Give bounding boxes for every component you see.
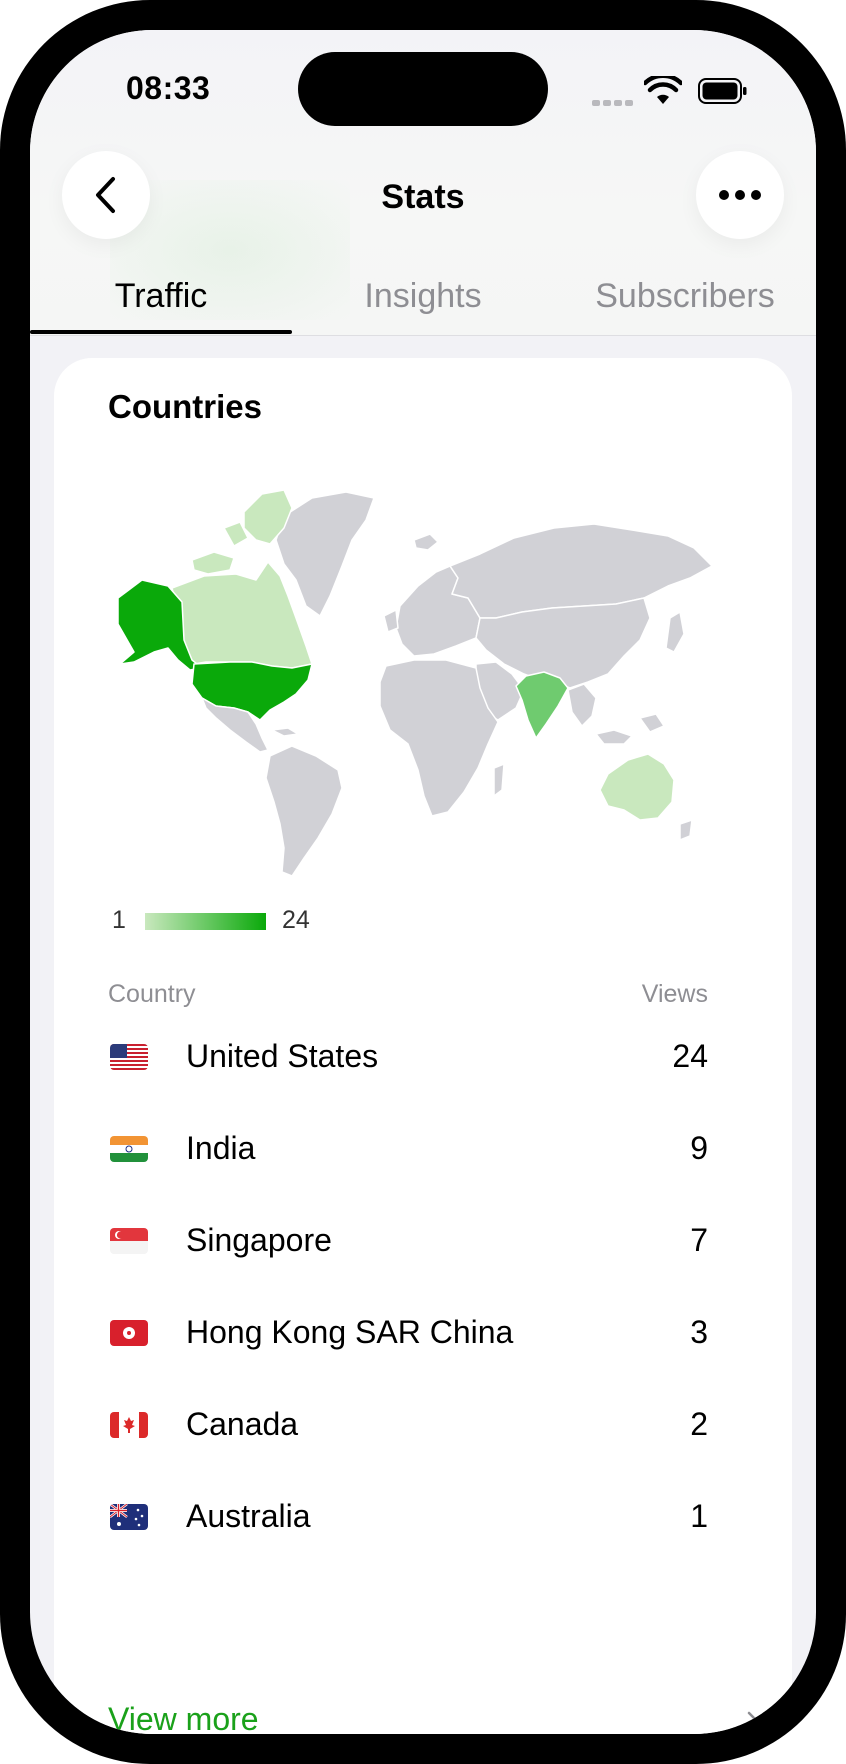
us-flag-icon — [110, 1044, 148, 1070]
wifi-icon — [644, 76, 682, 104]
country-name: United States — [186, 1038, 379, 1074]
country-row-hong-kong[interactable]: Hong Kong SAR China 3 — [108, 1290, 708, 1382]
country-row-australia[interactable]: Australia 1 — [108, 1474, 708, 1566]
battery-icon — [698, 78, 747, 104]
canada-flag-icon — [110, 1412, 148, 1438]
world-map — [117, 489, 713, 877]
country-views: 1 — [690, 1498, 708, 1534]
country-views: 7 — [690, 1222, 708, 1258]
ellipsis-icon — [719, 190, 761, 200]
country-views: 3 — [690, 1314, 708, 1350]
chevron-right-icon[interactable] — [746, 1710, 762, 1734]
tab-insights[interactable]: Insights — [292, 266, 554, 332]
column-country-label: Country — [108, 980, 196, 1008]
legend-gradient-bar — [145, 913, 266, 930]
status-time: 08:33 — [126, 70, 211, 106]
map-australia — [599, 753, 675, 821]
hong-kong-flag-icon — [110, 1320, 148, 1346]
list-header: Country Views — [108, 980, 708, 1010]
country-row-canada[interactable]: Canada 2 — [108, 1382, 708, 1474]
more-options-button[interactable] — [696, 151, 784, 239]
screen: 08:33 Stats Traffic Insights Subscribers… — [30, 30, 816, 1734]
tab-bar: Traffic Insights Subscribers — [30, 266, 816, 336]
map-canada — [171, 561, 313, 669]
country-name: Canada — [186, 1406, 299, 1442]
legend-max-value: 24 — [282, 906, 310, 934]
australia-flag-icon — [110, 1504, 148, 1530]
singapore-flag-icon — [110, 1228, 148, 1254]
map-india — [515, 671, 569, 739]
tab-traffic[interactable]: Traffic — [30, 266, 292, 332]
map-russia — [449, 523, 713, 619]
country-views: 9 — [690, 1130, 708, 1166]
column-views-label: Views — [641, 980, 708, 1008]
country-views: 2 — [690, 1406, 708, 1442]
india-flag-icon — [110, 1136, 148, 1162]
country-row-singapore[interactable]: Singapore 7 — [108, 1198, 708, 1290]
country-name: Hong Kong SAR China — [186, 1314, 514, 1350]
tabs-divider — [30, 335, 816, 336]
country-views: 24 — [672, 1038, 708, 1074]
map-south-america — [265, 745, 343, 877]
country-name: India — [186, 1130, 256, 1166]
active-tab-indicator — [30, 330, 292, 334]
device-frame: 08:33 Stats Traffic Insights Subscribers… — [0, 0, 846, 1764]
country-name: Singapore — [186, 1222, 332, 1258]
dynamic-island — [298, 52, 548, 126]
legend-min-value: 1 — [112, 906, 126, 934]
country-name: Australia — [186, 1498, 311, 1534]
card-title: Countries — [108, 388, 263, 425]
tab-subscribers[interactable]: Subscribers — [554, 266, 816, 332]
cellular-signal-icon — [592, 93, 636, 111]
view-more-link[interactable]: View more — [108, 1701, 259, 1734]
country-row-india[interactable]: India 9 — [108, 1106, 708, 1198]
countries-card: Countries 1 24 Country Views United Stat… — [54, 358, 792, 1734]
country-row-united-states[interactable]: United States 24 — [108, 1014, 708, 1106]
